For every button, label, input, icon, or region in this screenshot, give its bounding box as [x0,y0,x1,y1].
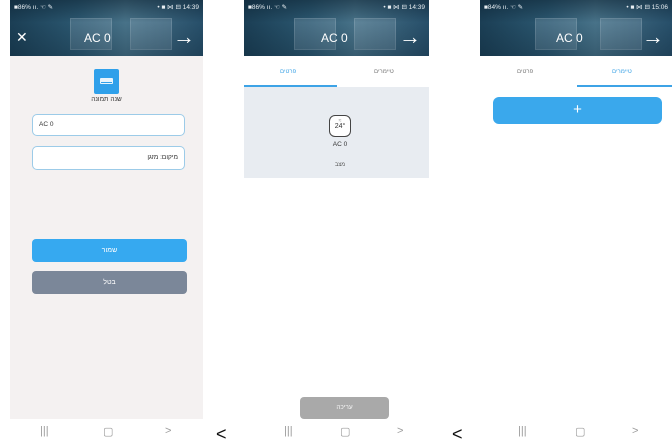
status-left: ■84% ıı. ☜ ✎ [484,4,524,11]
screen-device-details: ■86% ıı. ☜ ✎ • ■ ⋈ ⊟ 14:39 AC 0 → פרטים … [244,0,429,445]
home-button[interactable]: ▢ [103,425,113,438]
home-button[interactable]: ▢ [575,425,585,438]
status-right: • ■ ⋈ ⊟ 15:06 [626,4,668,11]
flow-arrow-icon: < [452,424,463,444]
tab-details[interactable]: פרטים [517,69,533,75]
arrow-right-icon[interactable]: → [173,26,195,48]
save-button[interactable]: שמור [32,239,187,262]
screen-device-timers: ■84% ıı. ☜ ✎ • ■ ⋈ ⊟ 15:06 AC 0 → פרטים … [480,0,672,445]
back-button[interactable]: > [632,425,638,437]
device-temperature: 24° [334,123,346,130]
status-bar: ■86% ıı. ☜ ✎ • ■ ⋈ ⊟ 14:39 [14,3,199,13]
header-bar: ■86% ıı. ☜ ✎ • ■ ⋈ ⊟ 14:39 AC 0 → [244,0,429,56]
add-timer-button[interactable]: + [493,97,662,124]
back-button[interactable]: > [397,425,403,437]
screen-edit-device: ■86% ıı. ☜ ✎ • ■ ⋈ ⊟ 14:39 ✕ AC 0 → שנה … [10,0,203,445]
flow-arrow-icon: < [216,424,227,444]
status-right: • ■ ⋈ ⊟ 14:39 [383,4,425,11]
page-title: AC 0 [556,31,583,45]
ac-unit-icon[interactable] [94,69,119,94]
tab-active-indicator [577,85,672,87]
cancel-button[interactable]: בטל [32,271,187,294]
header-bar: ■86% ıı. ☜ ✎ • ■ ⋈ ⊟ 14:39 ✕ AC 0 → [10,0,203,56]
status-bar: ■84% ıı. ☜ ✎ • ■ ⋈ ⊟ 15:06 [484,3,668,13]
page-title: AC 0 [321,31,348,45]
device-status: מצב [334,162,346,168]
location-field[interactable]: מיקום: מזגן [32,146,185,170]
change-image-label[interactable]: שנה תמונה [70,96,143,103]
tab-timers[interactable]: טיימרים [612,69,632,75]
arrow-right-icon[interactable]: → [399,26,421,48]
tab-timers[interactable]: טיימרים [374,69,394,75]
arrow-right-icon[interactable]: → [642,26,664,48]
status-left: ■86% ıı. ☜ ✎ [248,4,288,11]
system-nav-bar: ||| ▢ > [10,419,203,445]
close-icon[interactable]: ✕ [16,30,28,44]
header-bar: ■84% ıı. ☜ ✎ • ■ ⋈ ⊟ 15:06 AC 0 → [480,0,672,56]
tab-bar: פרטים טיימרים [480,56,672,87]
device-name-field[interactable]: AC 0 [32,114,185,136]
page-title: AC 0 [84,31,111,45]
back-button[interactable]: > [165,425,171,437]
system-nav-bar: ||| ▢ > [244,419,429,445]
status-bar: ■86% ıı. ☜ ✎ • ■ ⋈ ⊟ 14:39 [248,3,425,13]
home-button[interactable]: ▢ [340,425,350,438]
recent-apps-button[interactable]: ||| [284,425,293,437]
recent-apps-button[interactable]: ||| [40,425,49,437]
system-nav-bar: ||| ▢ > [480,419,672,445]
ac-device-icon[interactable]: ≈ 24° [329,115,351,137]
status-left: ■86% ıı. ☜ ✎ [14,4,54,11]
status-right: • ■ ⋈ ⊟ 14:39 [157,4,199,11]
device-name: AC 0 [332,141,348,148]
tab-bar: פרטים טיימרים [244,56,429,87]
recent-apps-button[interactable]: ||| [518,425,527,437]
edit-button[interactable]: עריכה [300,397,389,419]
tab-details[interactable]: פרטים [280,69,296,75]
